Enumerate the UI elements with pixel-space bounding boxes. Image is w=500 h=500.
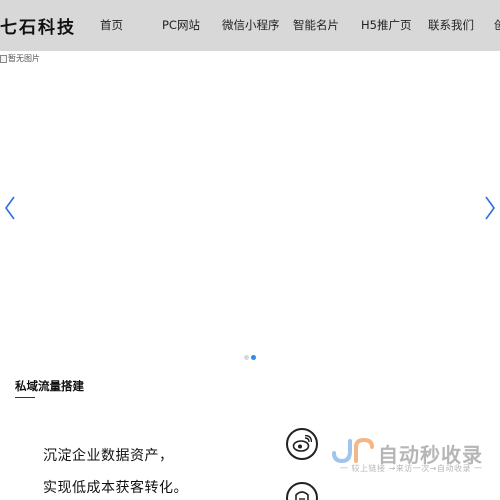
carousel-dot-2-active[interactable] (251, 355, 256, 360)
round-badge-icon (286, 482, 318, 500)
carousel-next-button[interactable] (483, 195, 497, 221)
hero-carousel: 暂无图片 (0, 51, 500, 363)
broken-image-icon (0, 54, 7, 63)
watermark-logo-icon (332, 437, 374, 463)
brand-logo[interactable]: 七石科技 (0, 13, 76, 38)
nav-pc-website[interactable]: PC网站 (162, 17, 200, 33)
carousel-prev-button[interactable] (3, 195, 17, 221)
watermark-subtitle: 一 较上链接 →来访一次→自动收录 一 (340, 464, 483, 473)
section-title: 私域流量搭建 (15, 379, 84, 393)
nav-home[interactable]: 首页 (100, 17, 123, 33)
chevron-right-icon (485, 196, 495, 220)
site-header: 七石科技 首页 PC网站 微信小程序 智能名片 H5推广页 联系我们 创 (0, 0, 500, 51)
nav-contact[interactable]: 联系我们 (428, 17, 474, 33)
nav-overflow-item[interactable]: 创 (494, 17, 500, 33)
slogan-line-2: 实现低成本获客转化。 (43, 480, 188, 496)
slogan-line-1: 沉淀企业数据资产， (43, 448, 174, 464)
watermark-overlay: 自动秒收录 一 较上链接 →来访一次→自动收录 一 (330, 437, 490, 477)
nav-smart-card[interactable]: 智能名片 (293, 17, 339, 33)
broken-banner-image: 暂无图片 (0, 53, 40, 64)
banner-image-alt: 暂无图片 (8, 54, 40, 63)
nav-h5-promo[interactable]: H5推广页 (361, 17, 411, 33)
section-title-underline (15, 397, 35, 398)
carousel-dot-1[interactable] (244, 355, 249, 360)
nav-wechat-miniprogram[interactable]: 微信小程序 (222, 17, 280, 33)
chevron-left-icon (5, 196, 15, 220)
weibo-icon (286, 428, 318, 460)
